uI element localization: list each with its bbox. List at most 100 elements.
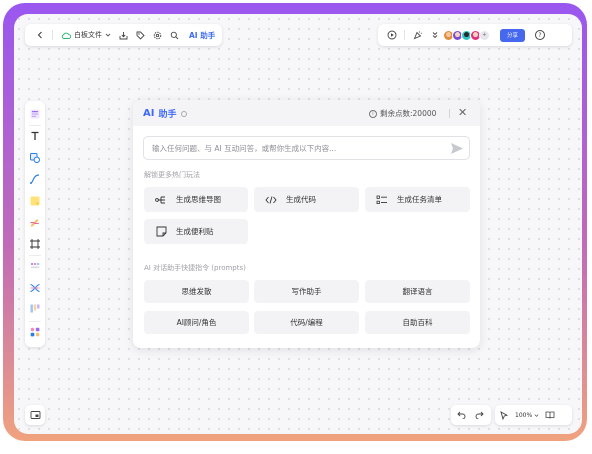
- features-section-label: 解锁更多热门玩法: [144, 171, 200, 179]
- generate-mindmap-button[interactable]: 生成思维导图: [144, 187, 248, 212]
- close-icon[interactable]: ✕: [458, 106, 467, 120]
- bottom-right-controls: 100%: [451, 405, 572, 425]
- generate-code-button[interactable]: 生成代码: [254, 187, 359, 212]
- palette-more-button[interactable]: [28, 325, 42, 338]
- prompt-button[interactable]: 代码/编程: [254, 311, 359, 334]
- send-icon[interactable]: [450, 142, 464, 155]
- generate-checklist-button[interactable]: 生成任务清单: [365, 187, 470, 212]
- palette-connector-button[interactable]: [28, 173, 42, 186]
- divider: [29, 254, 41, 256]
- prompt-button[interactable]: 思维发散: [144, 280, 249, 303]
- celebrate-button[interactable]: [409, 27, 426, 44]
- more-avatars-badge: +: [479, 29, 490, 41]
- file-name-label: 白板文件: [74, 31, 102, 39]
- undo-redo-group: [451, 405, 491, 425]
- prompt-button[interactable]: 自助百科: [365, 311, 470, 334]
- expand-button[interactable]: [426, 27, 443, 44]
- palette-mindmap-button[interactable]: [28, 281, 42, 294]
- palette-shape-button[interactable]: [28, 151, 42, 164]
- divider: [52, 30, 53, 40]
- remaining-points: i 剩余点数:20000: [369, 108, 436, 119]
- feature-label: 生成思维导图: [176, 195, 221, 204]
- palette-frame-button[interactable]: [28, 237, 42, 250]
- top-right-toolbar: + 分享 ?: [378, 24, 572, 46]
- present-button[interactable]: [383, 27, 400, 44]
- download-button[interactable]: [115, 27, 132, 44]
- tag-button[interactable]: [132, 27, 149, 44]
- reading-mode-button[interactable]: [545, 407, 555, 424]
- palette-table-button[interactable]: [28, 260, 42, 273]
- select-tool-button[interactable]: [499, 407, 509, 424]
- table-icon: [31, 263, 40, 269]
- whiteboard-canvas[interactable]: 白板文件 AI 助手 + 分享 ? 100% AI 助手 i 剩余点数:2000…: [14, 14, 582, 434]
- prompts-section-label: AI 对话助手快捷指令 (prompts): [144, 264, 246, 272]
- book-icon: [545, 411, 555, 419]
- settings-button[interactable]: [149, 27, 166, 44]
- text-icon: [31, 131, 39, 141]
- zoom-group: 100%: [495, 405, 572, 425]
- ai-assistant-tab[interactable]: AI 助手: [189, 30, 215, 41]
- feature-label: 生成便利贴: [176, 227, 214, 236]
- redo-icon: [475, 411, 484, 419]
- checklist-icon: [375, 193, 389, 207]
- help-icon[interactable]: ?: [535, 30, 545, 40]
- ai-assistant-panel: AI 助手 i 剩余点数:20000 ✕ 解锁更多热门玩法: [133, 100, 480, 348]
- divider: [29, 320, 41, 322]
- gradient-frame: 白板文件 AI 助手 + 分享 ? 100% AI 助手 i 剩余点数:2000…: [3, 3, 587, 441]
- collaborator-avatars[interactable]: +: [443, 29, 490, 41]
- panel-title-text: 助手: [158, 110, 177, 120]
- gear-icon: [153, 31, 162, 39]
- info-icon[interactable]: [181, 110, 188, 117]
- search-button[interactable]: [166, 27, 183, 44]
- redo-button[interactable]: [473, 407, 485, 424]
- cloud-icon: [61, 32, 71, 39]
- palette-sticky-note-button[interactable]: [28, 194, 42, 207]
- prompt-button[interactable]: AI顾问/角色: [144, 311, 249, 334]
- minimap-icon: [30, 411, 40, 419]
- back-button[interactable]: [31, 27, 48, 44]
- apps-icon: [30, 327, 40, 337]
- tool-palette: [25, 101, 45, 347]
- divider: [404, 30, 405, 40]
- mindmap-icon: [30, 283, 40, 292]
- undo-icon: [456, 411, 465, 419]
- download-icon: [119, 31, 128, 39]
- top-left-toolbar: 白板文件 AI 助手: [25, 24, 222, 46]
- party-icon: [413, 31, 422, 40]
- feature-label: 生成代码: [286, 195, 316, 204]
- palette-pen-button[interactable]: [28, 216, 42, 229]
- panel-title: AI 助手: [143, 107, 188, 120]
- shape-icon: [30, 152, 41, 163]
- minimap-button[interactable]: [25, 405, 45, 425]
- tag-icon: [136, 31, 145, 40]
- chevron-down-icon: [105, 33, 111, 37]
- zoom-dropdown[interactable]: 100%: [515, 412, 539, 419]
- share-button[interactable]: 分享: [500, 28, 525, 42]
- cursor-icon: [500, 410, 508, 420]
- divider: [29, 124, 41, 126]
- connector-icon: [30, 174, 40, 185]
- chevron-left-icon: [37, 31, 42, 39]
- generate-sticky-note-button[interactable]: 生成便利贴: [144, 219, 248, 244]
- palette-template-button[interactable]: [28, 107, 42, 120]
- sticky-note-icon: [154, 225, 168, 239]
- zoom-level: 100%: [515, 411, 533, 419]
- prompt-input[interactable]: [152, 141, 442, 155]
- mindmap-icon: [154, 193, 168, 207]
- file-name-dropdown[interactable]: 白板文件: [61, 30, 111, 40]
- chevron-down-icon: [534, 413, 539, 417]
- points-label: 剩余点数:20000: [380, 109, 437, 118]
- prompt-button[interactable]: 翻译语言: [365, 280, 470, 303]
- kanban-icon: [30, 304, 40, 313]
- feature-label: 生成任务清单: [397, 195, 442, 204]
- frame-icon: [30, 238, 40, 249]
- prompt-input-box: [143, 136, 470, 160]
- palette-kanban-button[interactable]: [28, 303, 42, 316]
- palette-text-button[interactable]: [28, 130, 42, 143]
- prompt-button[interactable]: 写作助手: [254, 280, 359, 303]
- template-icon: [30, 109, 40, 119]
- undo-button[interactable]: [455, 407, 467, 424]
- panel-title-ai: AI: [143, 108, 155, 119]
- divider: [449, 109, 450, 118]
- sticky-note-icon: [30, 196, 40, 206]
